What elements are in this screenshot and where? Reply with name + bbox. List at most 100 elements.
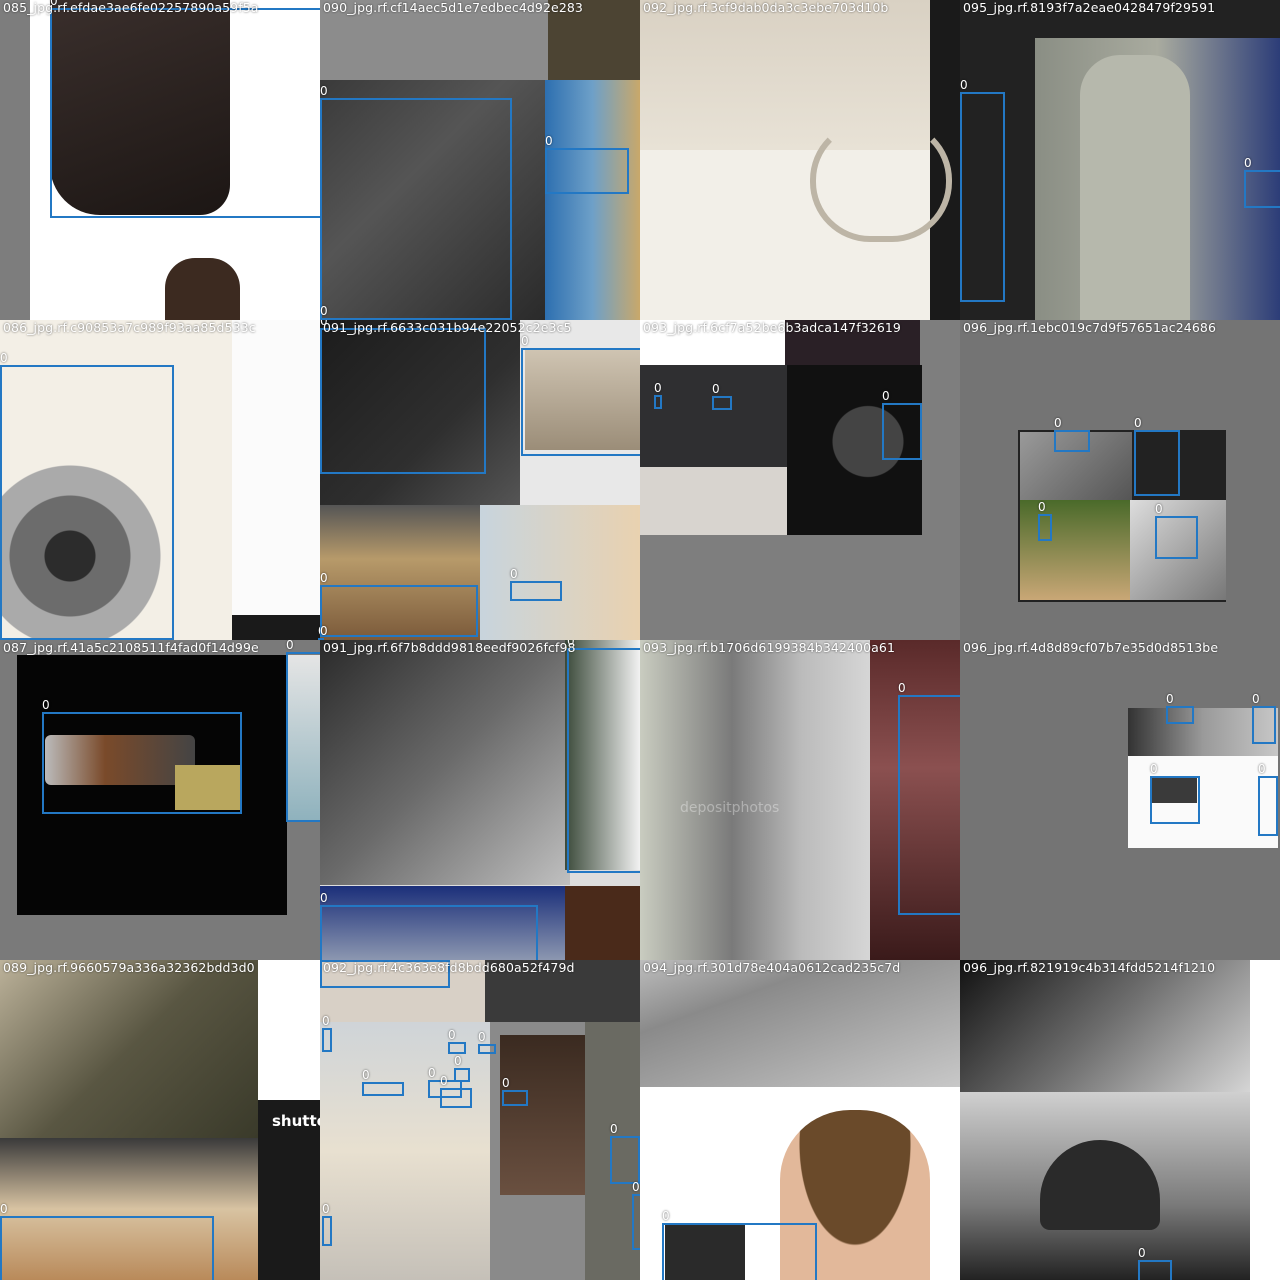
bounding-box: 0 <box>320 320 486 474</box>
bounding-box: 0 <box>1244 157 1280 208</box>
bounding-box: 0 <box>960 79 1005 302</box>
class-label: 0 <box>1150 762 1158 776</box>
filename-label: 093_jpg.rf.6cf7a52be6b3adca147f32619 <box>643 320 901 335</box>
class-label: 0 <box>320 304 328 318</box>
bounding-box: 0 <box>454 1055 470 1082</box>
person-image <box>165 258 240 320</box>
class-label: 0 <box>1252 692 1260 706</box>
watermark-text: shutter <box>272 1112 320 1130</box>
class-label: 0 <box>654 381 662 395</box>
bounding-box: 0 <box>50 0 320 218</box>
image-patch <box>545 80 640 320</box>
person-image <box>480 505 640 640</box>
class-label: 0 <box>286 640 294 652</box>
bounding-box: 0 <box>42 699 242 814</box>
mosaic-tile: 0 0 086_jpg.rf.c90853a7c989f93aa85d533c <box>0 320 320 640</box>
image-patch <box>232 615 320 640</box>
class-label: 0 <box>322 1202 330 1216</box>
bounding-box: 0 <box>1054 417 1090 452</box>
bounding-box: 0 <box>1252 693 1276 744</box>
filename-label: 091_jpg.rf.6633c031b94e22052c2e3c5 <box>323 320 572 335</box>
class-label: 0 <box>632 1180 640 1194</box>
mosaic-tile: 092_jpg.rf.3cf9dab0da3c3ebe703d10b <box>640 0 960 320</box>
bounding-box: 0 <box>320 572 478 637</box>
filename-label: 095_jpg.rf.8193f7a2eae0428479f29591 <box>963 0 1216 15</box>
class-label: 0 <box>545 134 553 148</box>
person-image <box>1080 55 1190 320</box>
bounding-box: 0 <box>1038 501 1052 541</box>
bounding-box: 0 <box>1258 763 1278 836</box>
class-label: 0 <box>320 571 328 585</box>
bounding-box: 0 <box>322 1203 332 1246</box>
mosaic-tile: 0 0 0 0 096_jpg.rf.1ebc019c7d9f57651ac24… <box>960 320 1280 640</box>
class-label: 0 <box>882 389 890 403</box>
bounding-box: 0 <box>0 352 174 640</box>
mosaic-tile: 0 0 0 0 096_jpg.rf.4d8d89cf07b7e35d0d851… <box>960 640 1280 960</box>
bounding-box: 0 <box>362 1069 404 1096</box>
image-patch <box>565 886 640 960</box>
mosaic-tile: 0 0 0 0 0 0 0 0 0 0 0 0 092_jpg.rf.4c363… <box>320 960 640 1280</box>
mosaic-tile: 0 depositphotos 093_jpg.rf.b1706d6199384… <box>640 640 960 960</box>
image-patch <box>0 0 30 320</box>
bounding-box: 0 <box>632 1181 640 1250</box>
bounding-box: 0 <box>545 135 629 194</box>
bounding-box: 0 <box>712 383 732 410</box>
filename-label: 085_jpg.rf.efdae3ae6fe02257890a59f5a <box>3 0 259 15</box>
class-label: 0 <box>448 1028 456 1042</box>
image-patch <box>258 960 320 1100</box>
class-label: 0 <box>1166 692 1174 706</box>
bounding-box: 0 <box>320 892 538 960</box>
bounding-box: 0 <box>510 568 562 601</box>
bounding-box: 0 <box>440 1075 472 1108</box>
filename-label: 092_jpg.rf.3cf9dab0da3c3ebe703d10b <box>643 0 889 15</box>
filename-label: 086_jpg.rf.c90853a7c989f93aa85d533c <box>3 320 256 335</box>
watermark-text: depositphotos <box>680 800 780 816</box>
class-label: 0 <box>1258 762 1266 776</box>
filename-label: 092_jpg.rf.4c363e8fd8bdd680a52f479d <box>323 960 575 975</box>
filename-label: 096_jpg.rf.821919c4b314fdd5214f1210 <box>963 960 1216 975</box>
bounding-box: 0 <box>1150 763 1200 824</box>
mosaic-tile: 0 shutter 089_jpg.rf.9660579a336a32362bd… <box>0 960 320 1280</box>
mosaic-tile: 0 096_jpg.rf.821919c4b314fdd5214f1210 <box>960 960 1280 1280</box>
class-label: 0 <box>610 1122 618 1136</box>
bounding-box: 0 <box>448 1029 466 1054</box>
class-label: 0 <box>320 624 328 638</box>
mosaic-tile: 0 0 091_jpg.rf.6f7b8ddd9818eedf9026fcf98 <box>320 640 640 960</box>
filename-label: 096_jpg.rf.1ebc019c7d9f57651ac24686 <box>963 320 1217 335</box>
class-label: 0 <box>42 698 50 712</box>
class-label: 0 <box>1038 500 1046 514</box>
pistol-trigger <box>810 120 952 242</box>
class-label: 0 <box>322 1014 330 1028</box>
class-label: 0 <box>0 1202 8 1216</box>
bounding-box: 0 <box>1155 503 1198 559</box>
bounding-box: 0 <box>610 1123 640 1184</box>
bounding-box: 0 <box>478 1031 496 1054</box>
filename-label: 094_jpg.rf.301d78e404a0612cad235c7d <box>643 960 901 975</box>
class-label: 0 <box>454 1054 462 1068</box>
class-label: 0 <box>662 1209 670 1223</box>
class-label: 0 <box>521 334 529 348</box>
class-label: 0 <box>0 351 8 365</box>
class-label: 0 <box>1054 416 1062 430</box>
bounding-box: 0 <box>1166 693 1194 724</box>
bounding-box: 0 <box>286 640 320 822</box>
class-label: 0 <box>1138 1246 1146 1260</box>
class-label: 0 <box>428 1066 436 1080</box>
filename-label: 091_jpg.rf.6f7b8ddd9818eedf9026fcf98 <box>323 640 576 655</box>
image-patch <box>1020 500 1130 600</box>
filename-label: 093_jpg.rf.b1706d6199384b342400a61 <box>643 640 895 655</box>
class-label: 0 <box>712 382 720 396</box>
image-patch <box>960 960 1250 1092</box>
filename-label: 096_jpg.rf.4d8d89cf07b7e35d0d8513be <box>963 640 1219 655</box>
bounding-box: 0 <box>521 335 640 456</box>
class-label: 0 <box>478 1030 486 1044</box>
bounding-box: 0 <box>1138 1247 1172 1280</box>
class-label: 0 <box>898 681 906 695</box>
class-label: 0 <box>1155 502 1163 516</box>
mosaic-tile: 0 094_jpg.rf.301d78e404a0612cad235c7d <box>640 960 960 1280</box>
class-label: 0 <box>440 1074 448 1088</box>
class-label: 0 <box>320 891 328 905</box>
class-label: 0 <box>1134 416 1142 430</box>
person-image <box>500 1035 585 1195</box>
class-label: 0 <box>510 567 518 581</box>
